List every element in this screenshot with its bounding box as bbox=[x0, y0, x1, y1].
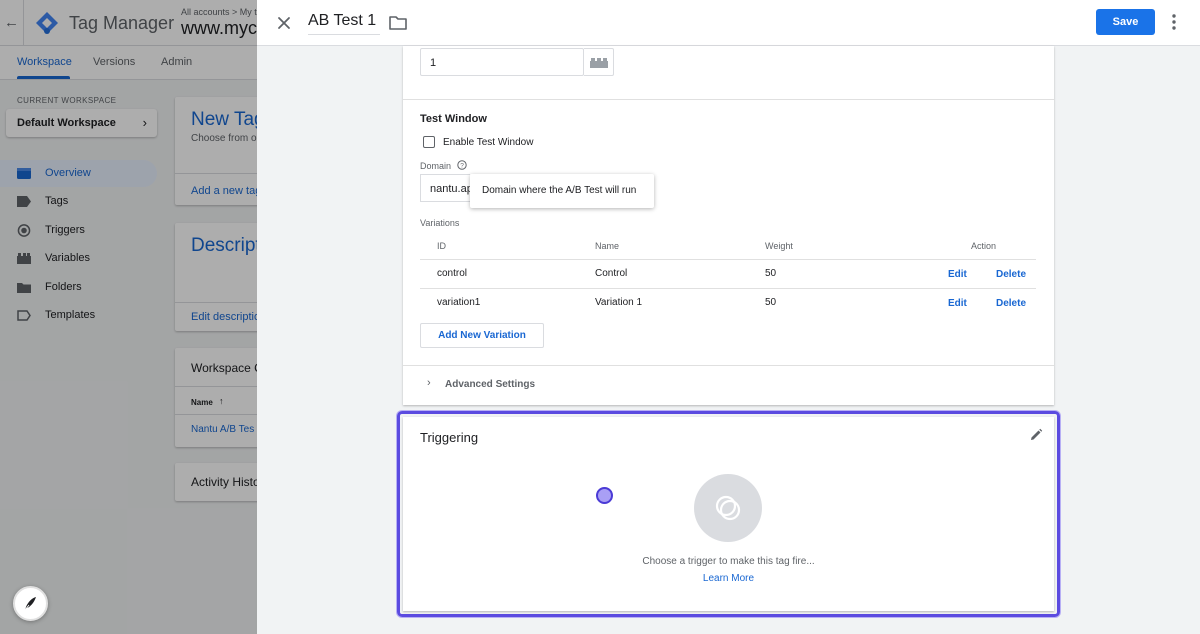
trigger-hint-text: Choose a trigger to make this tag fire..… bbox=[642, 556, 815, 567]
column-header-action: Action bbox=[971, 241, 997, 251]
advanced-settings-toggle[interactable]: Advanced Settings bbox=[445, 379, 535, 390]
domain-input-value: nantu.app bbox=[430, 183, 470, 195]
column-header-id: ID bbox=[437, 241, 446, 251]
variation-id: variation1 bbox=[437, 297, 481, 308]
edit-variation-button[interactable]: Edit bbox=[948, 298, 967, 309]
insert-variable-button[interactable] bbox=[584, 48, 614, 76]
domain-tooltip-text: Domain where the A/B Test will run bbox=[482, 185, 637, 196]
pencil-icon[interactable] bbox=[1029, 428, 1043, 442]
variation-weight: 50 bbox=[765, 297, 777, 308]
trigger-placeholder[interactable] bbox=[694, 474, 762, 542]
table-divider bbox=[420, 259, 1036, 260]
save-button[interactable]: Save bbox=[1096, 9, 1155, 35]
delete-variation-button[interactable]: Delete bbox=[996, 298, 1026, 309]
variations-label: Variations bbox=[420, 218, 460, 228]
assistant-fab[interactable] bbox=[13, 586, 48, 621]
panel-header: AB Test 1 Save bbox=[257, 0, 1200, 46]
triggering-title: Triggering bbox=[420, 430, 479, 445]
enable-test-window-label[interactable]: Enable Test Window bbox=[443, 137, 533, 148]
section-divider bbox=[403, 365, 1054, 366]
variation-name: Control bbox=[595, 268, 628, 279]
edit-variation-button[interactable]: Edit bbox=[948, 269, 967, 280]
column-header-weight: Weight bbox=[765, 241, 793, 251]
variation-id: control bbox=[437, 268, 468, 279]
tag-name-field[interactable]: AB Test 1 bbox=[308, 12, 380, 35]
trigger-icon bbox=[715, 495, 741, 521]
folder-icon[interactable] bbox=[388, 13, 408, 33]
domain-tooltip: Domain where the A/B Test will run bbox=[470, 174, 654, 208]
add-new-variation-button[interactable]: Add New Variation bbox=[420, 323, 544, 348]
chevron-right-icon[interactable]: › bbox=[427, 377, 431, 389]
section-divider bbox=[403, 99, 1054, 100]
svg-text:?: ? bbox=[460, 162, 464, 169]
learn-more-link[interactable]: Learn More bbox=[403, 573, 1054, 584]
domain-input[interactable]: nantu.app bbox=[420, 174, 470, 202]
tag-editor-panel: AB Test 1 Save 1 Test Window Enable Test… bbox=[257, 0, 1200, 634]
variation-name: Variation 1 bbox=[595, 297, 643, 308]
pointer-cursor bbox=[596, 487, 613, 504]
tag-name-value: AB Test 1 bbox=[308, 12, 377, 29]
delete-variation-button[interactable]: Delete bbox=[996, 269, 1026, 280]
quill-icon bbox=[24, 597, 36, 611]
variation-weight: 50 bbox=[765, 268, 777, 279]
tag-configuration-card: 1 Test Window Enable Test Window Domain … bbox=[403, 46, 1054, 405]
number-input-value: 1 bbox=[430, 57, 437, 69]
column-header-name: Name bbox=[595, 241, 620, 251]
domain-label: Domain bbox=[420, 161, 452, 171]
test-window-heading: Test Window bbox=[420, 113, 487, 125]
close-icon[interactable] bbox=[274, 13, 294, 33]
help-icon[interactable]: ? bbox=[457, 160, 467, 170]
number-input[interactable]: 1 bbox=[420, 48, 584, 76]
variable-picker-icon bbox=[590, 58, 608, 68]
triggering-card[interactable]: Triggering Choose a trigger to make this… bbox=[403, 417, 1054, 611]
enable-test-window-checkbox[interactable] bbox=[423, 136, 435, 148]
more-vert-icon[interactable] bbox=[1168, 12, 1180, 32]
table-divider bbox=[420, 288, 1036, 289]
